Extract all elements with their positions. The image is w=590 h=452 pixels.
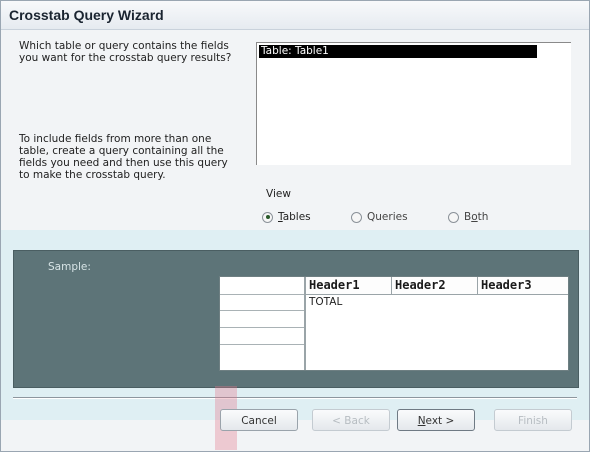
hint-text: To include fields from more than one tab… [19,133,228,181]
column-header-row: Header1 Header2 Header3 [306,277,568,295]
row-divider [220,310,304,311]
button-separator [13,397,577,399]
view-label: View [266,188,291,200]
cancel-button[interactable]: Cancel [220,409,298,431]
accel-o: o [471,211,478,223]
column-header-2: Header2 [392,277,478,294]
sample-grid: Header1 Header2 Header3 TOTAL [219,276,569,371]
column-header-1: Header1 [306,277,392,294]
view-option-tables-label: Tables [278,211,311,223]
sample-label: Sample: [48,261,91,273]
view-option-both-label: Both [464,211,489,223]
column-header-3: Header3 [481,278,532,292]
radio-unchecked-icon[interactable] [351,211,362,223]
row-divider [220,344,304,345]
view-option-queries[interactable]: Queries [351,210,408,224]
wizard-window: Crosstab Query Wizard Which table or que… [0,0,590,452]
accel-n: N [417,415,426,427]
row-divider [220,294,304,295]
title-bar[interactable]: Crosstab Query Wizard [1,1,589,30]
question-text: Which table or query contains the fields… [19,40,232,64]
list-item-selected[interactable]: Table: Table1 [259,45,537,58]
radio-checked-icon[interactable] [262,211,273,223]
next-button[interactable]: Next > [397,409,475,431]
window-title: Crosstab Query Wizard [9,7,164,23]
finish-button[interactable]: Finish [494,409,572,431]
accel-t: T [278,211,283,223]
row-divider [220,327,304,328]
row-header-column [220,277,306,370]
table-query-listbox[interactable]: Table: Table1 [256,42,571,165]
radio-unchecked-icon[interactable] [448,211,459,223]
view-option-queries-label: Queries [367,211,408,223]
wizard-content: Which table or query contains the fields… [1,30,589,451]
view-option-both[interactable]: Both [448,210,488,224]
total-label: TOTAL [309,296,343,308]
back-button[interactable]: < Back [312,409,390,431]
sample-panel: Sample: Header1 Header2 Header3 TOTAL [13,250,579,388]
view-option-tables[interactable]: Tables [262,210,311,224]
